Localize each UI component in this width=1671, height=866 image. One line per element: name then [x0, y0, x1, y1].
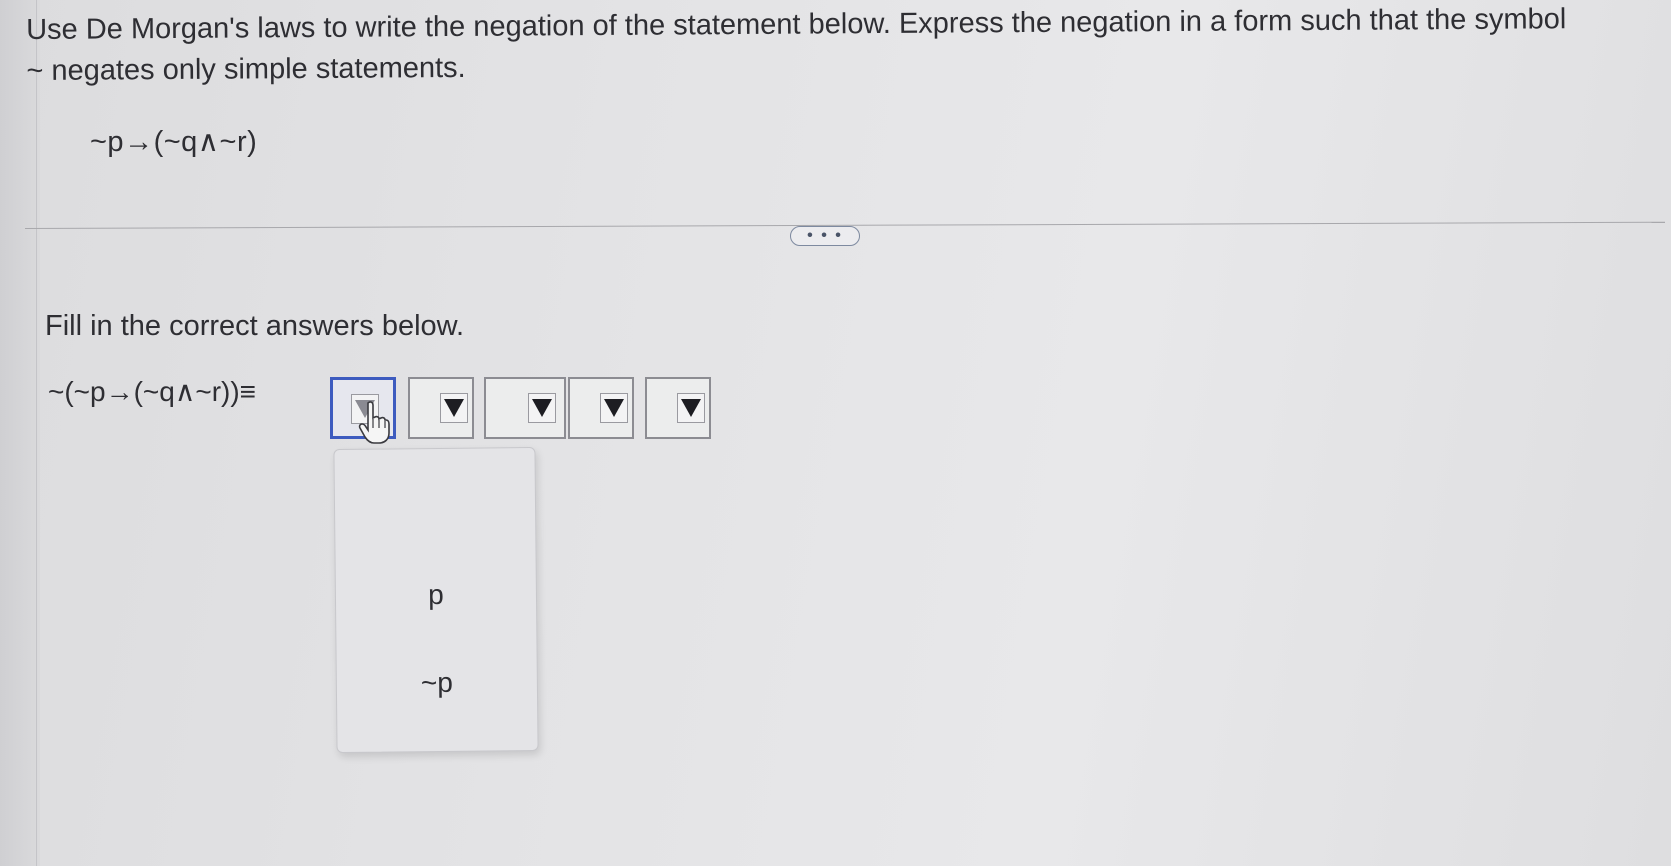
answer-dropdown-4[interactable] — [568, 377, 634, 439]
fill-in-instruction: Fill in the correct answers below. — [45, 310, 465, 342]
menu-option-p[interactable]: p — [336, 578, 536, 612]
dropdown-arrow-icon[interactable] — [528, 393, 556, 423]
menu-option-not-p[interactable]: ~p — [337, 666, 537, 700]
page-left-edge — [0, 0, 40, 866]
hand-cursor-icon — [358, 401, 390, 444]
dropdown-arrow-icon[interactable] — [600, 393, 628, 423]
answer-dropdown-2[interactable] — [408, 377, 474, 439]
more-options-button[interactable]: • • • — [790, 226, 860, 246]
answer-dropdown-5[interactable] — [645, 377, 711, 439]
dropdown-options-menu: p ~p — [333, 446, 539, 754]
given-statement: ~p→(~q∧~r) — [90, 126, 258, 158]
page-left-border — [36, 0, 37, 866]
question-instructions: Use De Morgan's laws to write the negati… — [26, 0, 1647, 92]
dropdown-arrow-icon[interactable] — [677, 393, 705, 423]
negated-expression: ~(~p→(~q∧~r))≡ — [48, 376, 257, 407]
answer-dropdown-3[interactable] — [484, 377, 566, 439]
answer-expression-row: ~(~p→(~q∧~r))≡ — [48, 375, 258, 408]
dropdown-arrow-icon[interactable] — [440, 393, 468, 423]
